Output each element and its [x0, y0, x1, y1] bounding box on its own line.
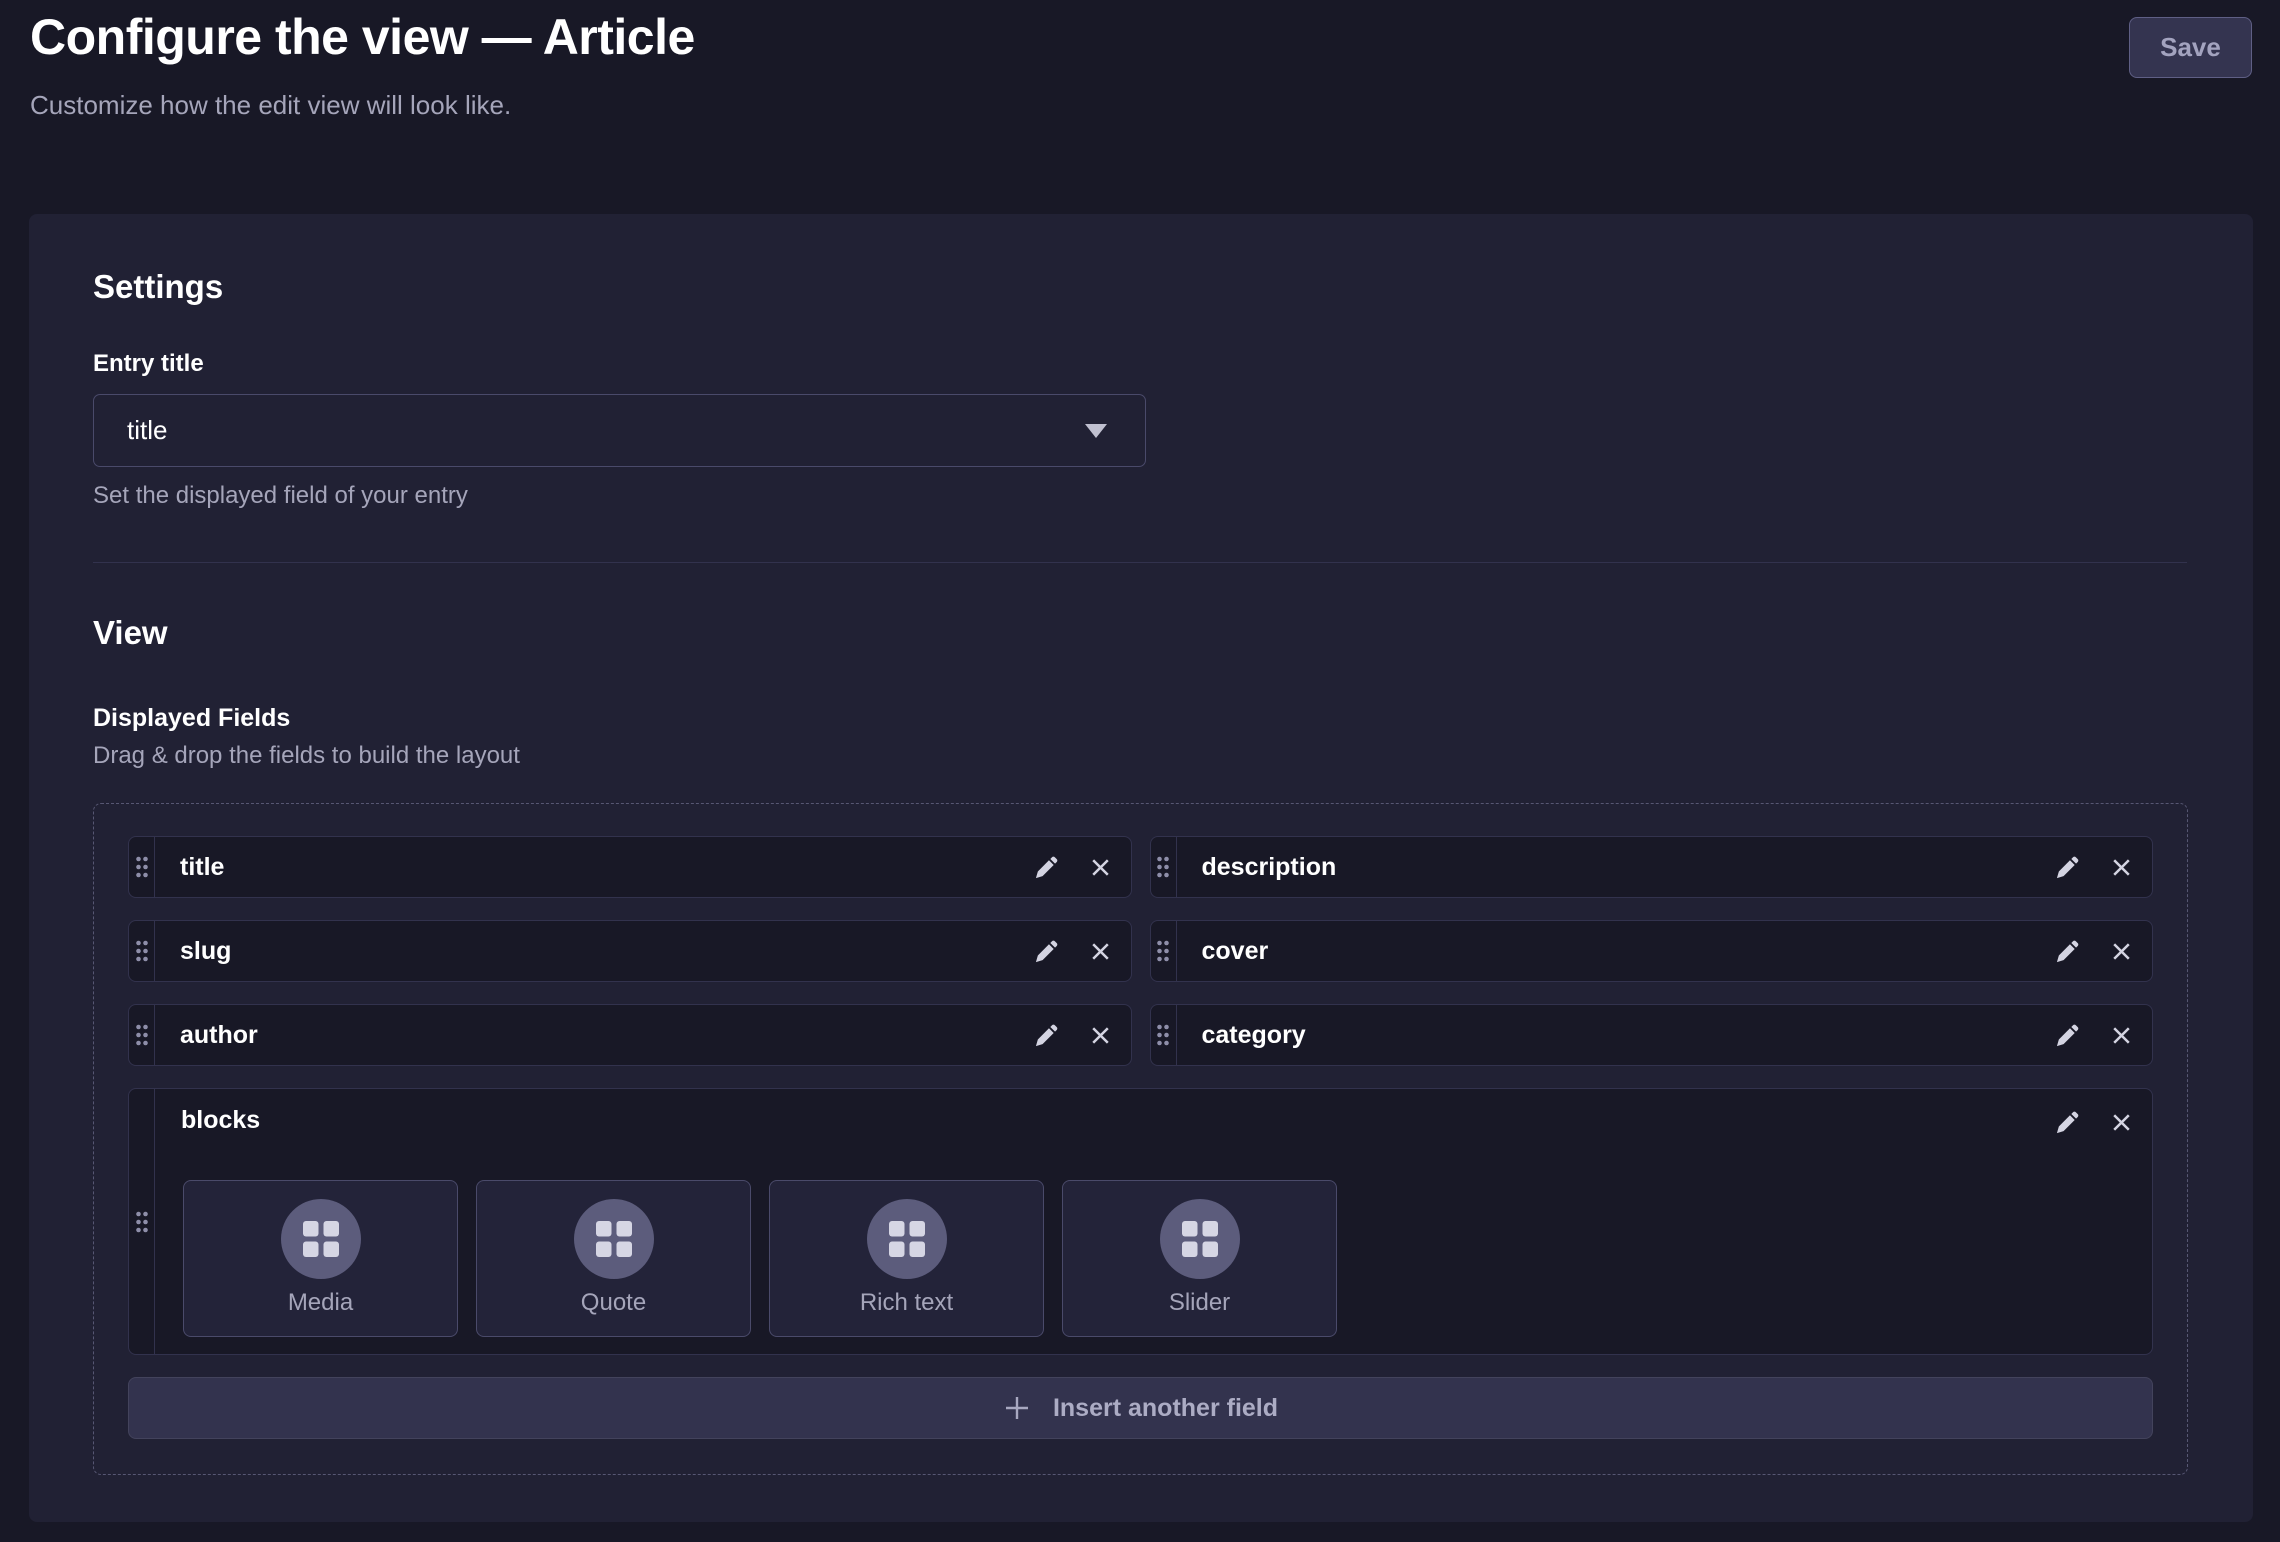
- component-cards: Media Quote Rich text: [183, 1180, 2152, 1337]
- component-grid-icon: [1182, 1221, 1218, 1257]
- edit-field-button[interactable]: [1033, 854, 1060, 881]
- pencil-icon: [1033, 938, 1060, 965]
- field-row: title: [128, 836, 1132, 898]
- entry-title-hint: Set the displayed field of your entry: [93, 482, 468, 510]
- edit-field-button[interactable]: [2054, 1022, 2081, 1049]
- close-icon: [1088, 1023, 1113, 1048]
- component-grid-icon: [596, 1221, 632, 1257]
- entry-title-label: Entry title: [93, 350, 204, 378]
- field-name-label: cover: [1202, 937, 1269, 966]
- drag-handle[interactable]: [1151, 837, 1177, 897]
- drag-handle[interactable]: [1151, 1005, 1177, 1065]
- drag-handle[interactable]: [129, 1089, 155, 1354]
- field-row: author: [128, 1004, 1132, 1066]
- save-button[interactable]: Save: [2129, 17, 2252, 78]
- component-label: Rich text: [860, 1289, 953, 1317]
- close-icon: [1088, 855, 1113, 880]
- pencil-icon: [1033, 854, 1060, 881]
- remove-field-button[interactable]: [2109, 1023, 2134, 1048]
- remove-field-button[interactable]: [1088, 855, 1113, 880]
- close-icon: [2109, 1110, 2134, 1135]
- edit-field-button[interactable]: [2054, 1109, 2081, 1136]
- page-subtitle: Customize how the edit view will look li…: [30, 90, 511, 121]
- plus-icon: [1003, 1394, 1031, 1422]
- insert-another-field-label: Insert another field: [1053, 1394, 1278, 1423]
- edit-field-button[interactable]: [1033, 1022, 1060, 1049]
- pencil-icon: [2054, 854, 2081, 881]
- pencil-icon: [1033, 1022, 1060, 1049]
- field-row: slug: [128, 920, 1132, 982]
- field-name-label: blocks: [181, 1104, 2152, 1136]
- remove-field-button[interactable]: [2109, 939, 2134, 964]
- edit-field-button[interactable]: [2054, 854, 2081, 881]
- component-card-quote[interactable]: Quote: [476, 1180, 751, 1337]
- page-title: Configure the view — Article: [30, 8, 695, 66]
- field-name-label: slug: [180, 937, 231, 966]
- displayed-fields-hint: Drag & drop the fields to build the layo…: [93, 742, 520, 770]
- field-row: description: [1150, 836, 2154, 898]
- close-icon: [1088, 939, 1113, 964]
- drag-handle[interactable]: [129, 921, 155, 981]
- view-heading: View: [93, 614, 168, 652]
- close-icon: [2109, 1023, 2134, 1048]
- insert-another-field-button[interactable]: Insert another field: [128, 1377, 2153, 1439]
- component-icon-circle: [574, 1199, 654, 1279]
- settings-heading: Settings: [93, 268, 223, 306]
- entry-title-selected-value: title: [127, 415, 167, 446]
- blocks-field-row: blocks Media: [128, 1088, 2153, 1355]
- component-card-media[interactable]: Media: [183, 1180, 458, 1337]
- remove-field-button[interactable]: [1088, 939, 1113, 964]
- pencil-icon: [2054, 1022, 2081, 1049]
- field-name-label: category: [1202, 1021, 1306, 1050]
- component-icon-circle: [1160, 1199, 1240, 1279]
- close-icon: [2109, 855, 2134, 880]
- fields-grid: title description slug: [128, 836, 2153, 1066]
- edit-field-button[interactable]: [2054, 938, 2081, 965]
- close-icon: [2109, 939, 2134, 964]
- main-panel: Settings Entry title title Set the displ…: [29, 214, 2253, 1522]
- field-name-label: description: [1202, 853, 1337, 882]
- configure-view-page: Configure the view — Article Customize h…: [0, 0, 2280, 1542]
- blocks-content: blocks Media: [155, 1089, 2152, 1354]
- field-row: category: [1150, 1004, 2154, 1066]
- field-name-label: title: [180, 853, 224, 882]
- component-label: Slider: [1169, 1289, 1230, 1317]
- drag-handle[interactable]: [1151, 921, 1177, 981]
- remove-field-button[interactable]: [2109, 855, 2134, 880]
- field-row: cover: [1150, 920, 2154, 982]
- drag-handle[interactable]: [129, 1005, 155, 1065]
- component-card-slider[interactable]: Slider: [1062, 1180, 1337, 1337]
- section-divider: [93, 562, 2187, 563]
- entry-title-select[interactable]: title: [93, 394, 1146, 467]
- pencil-icon: [2054, 938, 2081, 965]
- component-card-rich-text[interactable]: Rich text: [769, 1180, 1044, 1337]
- edit-field-button[interactable]: [1033, 938, 1060, 965]
- component-grid-icon: [889, 1221, 925, 1257]
- component-label: Media: [288, 1289, 353, 1317]
- fields-dropzone: title description slug: [93, 803, 2188, 1475]
- component-icon-circle: [281, 1199, 361, 1279]
- component-label: Quote: [581, 1289, 646, 1317]
- drag-handle[interactable]: [129, 837, 155, 897]
- pencil-icon: [2054, 1109, 2081, 1136]
- component-grid-icon: [303, 1221, 339, 1257]
- field-name-label: author: [180, 1021, 258, 1050]
- remove-field-button[interactable]: [1088, 1023, 1113, 1048]
- remove-field-button[interactable]: [2109, 1110, 2134, 1135]
- component-icon-circle: [867, 1199, 947, 1279]
- displayed-fields-title: Displayed Fields: [93, 704, 290, 733]
- chevron-down-icon: [1085, 424, 1107, 438]
